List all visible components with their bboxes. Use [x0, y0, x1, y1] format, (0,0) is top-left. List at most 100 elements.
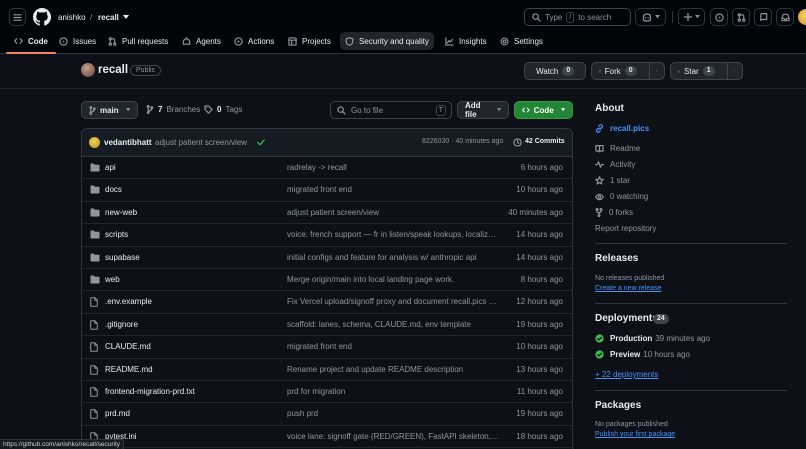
- watching-link[interactable]: 0 watching: [595, 192, 648, 201]
- create-release-link[interactable]: Create a new release: [595, 285, 662, 292]
- commit-message-link[interactable]: scaffold: lanes, schema, CLAUDE.md, env …: [287, 320, 499, 329]
- tab-code[interactable]: Code: [6, 32, 56, 54]
- go-to-file-input[interactable]: Go to file T: [330, 101, 452, 119]
- file-name-link[interactable]: CLAUDE.md: [105, 342, 151, 351]
- deployments-count: 24: [653, 314, 669, 324]
- file-row[interactable]: .env.example Fix Vercel upload/signoff pr…: [82, 291, 572, 314]
- commit-message-link[interactable]: voice: french support — fr in listen/spe…: [287, 230, 499, 239]
- sidebar-divider: [595, 303, 787, 304]
- global-search[interactable]: Type / to search: [524, 8, 631, 26]
- file-row[interactable]: frontend-migration-prd.txt prd for migrat…: [82, 381, 572, 404]
- packages-heading[interactable]: Packages: [595, 400, 641, 411]
- watch-button[interactable]: Watch 0: [524, 62, 586, 80]
- file-row[interactable]: pytest.ini voice lane: signoff gate (RED/…: [82, 426, 572, 449]
- commit-message-link[interactable]: migrated front end: [287, 342, 499, 351]
- publish-package-link[interactable]: Publish your first package: [595, 431, 675, 438]
- file-row[interactable]: new-web adjust patient screen/view 40 minu…: [82, 202, 572, 225]
- activity-link[interactable]: Activity: [595, 160, 635, 169]
- add-file-button[interactable]: Add file: [457, 101, 509, 119]
- file-row[interactable]: api radrelay -> recall 6 hours ago: [82, 157, 572, 180]
- tab-issues[interactable]: Issues: [54, 32, 101, 50]
- file-name-link[interactable]: prd.md: [105, 409, 130, 418]
- commit-message-link[interactable]: Fix Vercel upload/signoff proxy and docu…: [287, 297, 499, 306]
- file-name-link[interactable]: supabase: [105, 253, 140, 262]
- file-name-link[interactable]: frontend-migration-prd.txt: [105, 387, 195, 396]
- commit-message-link[interactable]: push prd: [287, 409, 499, 418]
- copilot-button[interactable]: [635, 8, 666, 26]
- file-name-link[interactable]: README.md: [105, 365, 153, 374]
- commit-hash-time[interactable]: 8226030 · 40 minutes ago: [422, 138, 503, 145]
- website-link[interactable]: recall.pics: [595, 124, 649, 133]
- commit-message-link[interactable]: initial configs and feature for analysis…: [287, 253, 499, 262]
- file-row[interactable]: supabase initial configs and feature for …: [82, 247, 572, 269]
- report-repository-link[interactable]: Report repository: [595, 224, 656, 233]
- file-row[interactable]: prd.md push prd 19 hours ago: [82, 403, 572, 426]
- tab-insights[interactable]: Insights: [440, 32, 492, 50]
- commit-message-link[interactable]: migrated front end: [287, 185, 499, 194]
- file-name-link[interactable]: .gitignore: [105, 320, 138, 329]
- branches-link[interactable]: 7 Branches: [146, 105, 200, 114]
- folder-icon: [90, 275, 100, 284]
- file-row[interactable]: CLAUDE.md migrated front end 10 hours ago: [82, 336, 572, 359]
- file-row[interactable]: scripts voice: french support — fr in lis…: [82, 224, 572, 247]
- readme-link[interactable]: Readme: [595, 144, 640, 153]
- inbox-button[interactable]: [776, 8, 794, 26]
- commit-message[interactable]: adjust patient screen/view: [155, 138, 247, 147]
- commit-author[interactable]: vedantibhatt: [104, 138, 152, 147]
- tab-pull-requests[interactable]: Pull requests: [103, 32, 173, 50]
- commit-message-link[interactable]: Rename project and update README descrip…: [287, 365, 499, 374]
- git-pull-request-icon: [108, 36, 117, 46]
- file-row[interactable]: web Merge origin/main into local landing …: [82, 269, 572, 292]
- file-name-link[interactable]: web: [105, 275, 120, 284]
- folder-icon: [90, 253, 100, 262]
- avatar[interactable]: [798, 9, 806, 25]
- star-button[interactable]: Star 1: [670, 62, 743, 80]
- tab-actions[interactable]: Actions: [229, 32, 279, 50]
- menu-button[interactable]: [9, 8, 26, 26]
- repo-switch-chevron-icon[interactable]: [123, 15, 129, 20]
- file-name-link[interactable]: docs: [105, 185, 122, 194]
- create-new-button[interactable]: [678, 8, 705, 26]
- check-circle-icon: [595, 350, 604, 359]
- branch-selector[interactable]: main: [81, 101, 138, 119]
- repo-title[interactable]: recall: [98, 64, 128, 76]
- deployment-preview[interactable]: Preview 10 hours ago: [595, 350, 690, 359]
- commits-link[interactable]: 42 Commits: [525, 138, 565, 145]
- fork-button[interactable]: Fork 0: [591, 62, 665, 80]
- commit-time: 11 hours ago: [516, 387, 563, 396]
- repositories-button[interactable]: [754, 8, 772, 26]
- code-button[interactable]: Code: [514, 101, 573, 119]
- file-row[interactable]: .gitignore scaffold: lanes, schema, CLAUD…: [82, 314, 572, 337]
- file-icon: [90, 319, 98, 330]
- header-divider: [672, 11, 673, 23]
- file-name-link[interactable]: scripts: [105, 230, 128, 239]
- file-row[interactable]: README.md Rename project and update READM…: [82, 359, 572, 381]
- file-row[interactable]: docs migrated front end 10 hours ago: [82, 179, 572, 202]
- tab-security[interactable]: Security and quality: [340, 32, 434, 50]
- commit-message-link[interactable]: voice lane: signoff gate (RED/GREEN), Fa…: [287, 432, 499, 441]
- repo-link[interactable]: recall: [98, 13, 119, 22]
- commit-author-avatar[interactable]: [89, 137, 100, 148]
- deployments-heading[interactable]: Deployments: [595, 313, 658, 324]
- pull-requests-button[interactable]: [732, 8, 750, 26]
- stars-link[interactable]: 1 star: [595, 176, 630, 185]
- commit-message-link[interactable]: Merge origin/main into local landing pag…: [287, 275, 499, 284]
- commit-message-link[interactable]: prd for migration: [287, 387, 499, 396]
- tab-agents[interactable]: Agents: [177, 32, 226, 50]
- tab-projects[interactable]: Projects: [283, 32, 336, 50]
- tab-settings[interactable]: Settings: [495, 32, 548, 50]
- file-name-link[interactable]: new-web: [105, 208, 137, 217]
- github-logo-icon[interactable]: [33, 8, 51, 26]
- more-deployments-link[interactable]: + 22 deployments: [595, 370, 658, 379]
- releases-heading[interactable]: Releases: [595, 253, 638, 264]
- issues-button[interactable]: [710, 8, 728, 26]
- forks-link[interactable]: 0 forks: [595, 208, 633, 217]
- tags-link[interactable]: 0 Tags: [204, 105, 242, 114]
- file-name-link[interactable]: .env.example: [105, 297, 152, 306]
- chevron-down-icon: [560, 108, 565, 112]
- file-name-link[interactable]: api: [105, 163, 116, 172]
- commit-message-link[interactable]: radrelay -> recall: [287, 163, 499, 172]
- owner-link[interactable]: anishko: [58, 13, 86, 22]
- deployment-production[interactable]: Production 39 minutes ago: [595, 334, 710, 343]
- commit-message-link[interactable]: adjust patient screen/view: [287, 208, 499, 217]
